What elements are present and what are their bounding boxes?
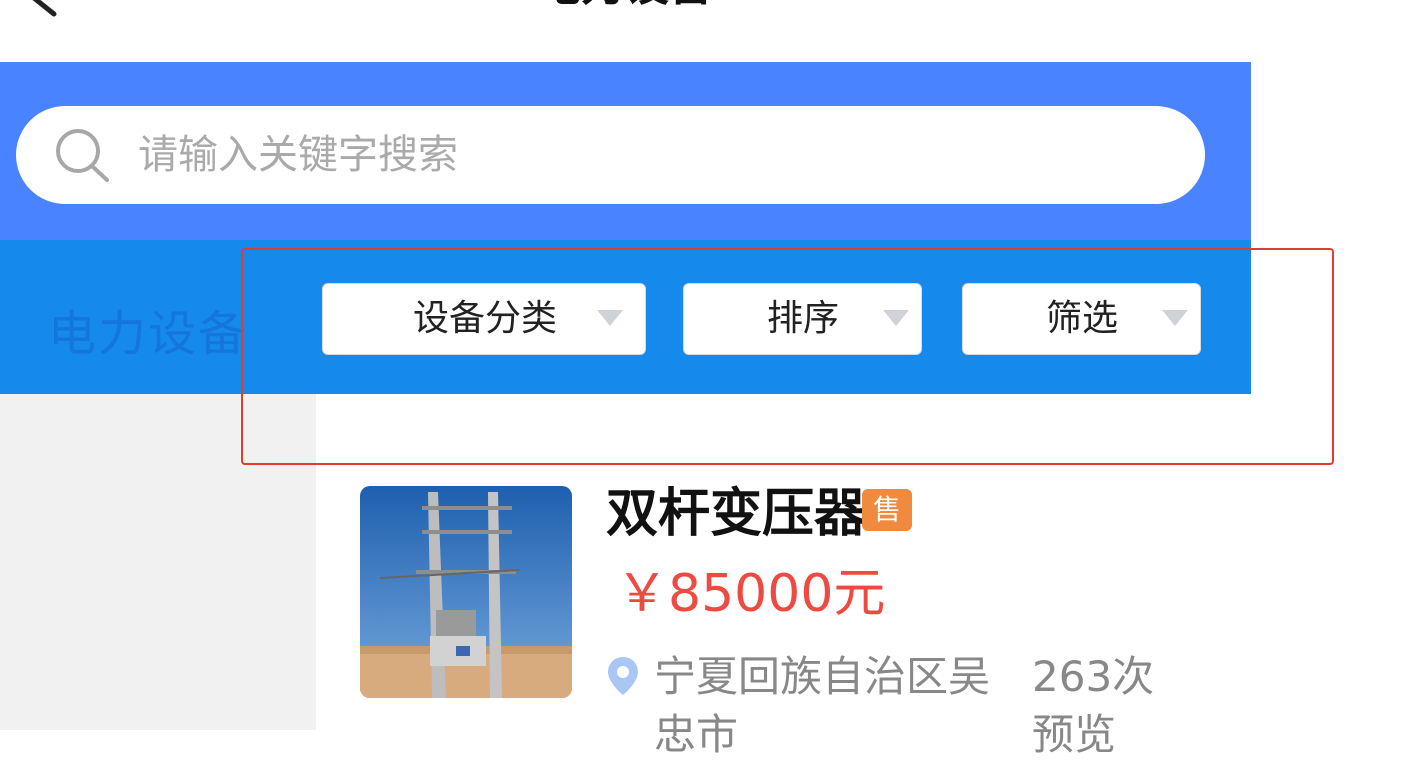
- dropdown-label: 筛选: [1046, 298, 1119, 339]
- caret-down-icon: [1162, 310, 1188, 326]
- search-icon: [56, 129, 109, 182]
- caret-down-icon: [597, 310, 623, 326]
- sale-badge: 售: [862, 489, 912, 531]
- listing-title[interactable]: 双杆变压器: [606, 484, 866, 544]
- page-title: 电力设备: [0, 0, 1250, 16]
- category-sidebar: [0, 394, 316, 730]
- search-band: [0, 62, 1251, 240]
- search-input[interactable]: [138, 132, 1138, 178]
- category-label: 电力设备: [48, 306, 249, 362]
- device-category-dropdown[interactable]: 设备分类: [322, 283, 646, 355]
- location-pin-icon: [608, 657, 638, 695]
- dropdown-label: 排序: [767, 298, 840, 339]
- transformer-photo-image: [360, 486, 572, 698]
- caret-down-icon: [883, 310, 909, 326]
- listing-price: ￥85000元: [616, 564, 886, 624]
- sort-dropdown[interactable]: 排序: [683, 283, 922, 355]
- filter-dropdown[interactable]: 筛选: [962, 283, 1201, 355]
- search-box[interactable]: [16, 106, 1205, 204]
- dropdown-label: 设备分类: [413, 298, 558, 339]
- filter-bar: 电力设备 设备分类 排序 筛选: [0, 240, 1251, 394]
- listing-location: 宁夏回族自治区吴忠市: [654, 652, 991, 759]
- listing-thumbnail[interactable]: [360, 486, 572, 698]
- listing-view-count: 263次预览: [1032, 652, 1155, 759]
